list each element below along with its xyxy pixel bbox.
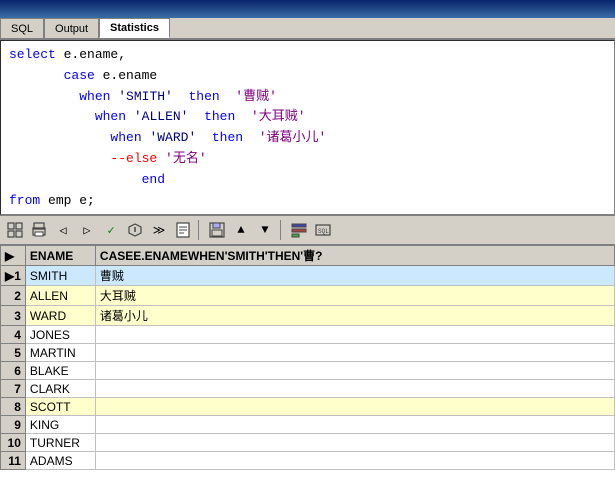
code-line-1: select e.ename,	[9, 45, 606, 66]
results-table: ▶ ENAME CASEE.ENAMEWHEN'SMITH'THEN'曹? ▶1…	[0, 245, 615, 470]
col-header-rownum: ▶	[1, 246, 26, 266]
table-row: 6BLAKE	[1, 362, 615, 380]
cell-ename: BLAKE	[25, 362, 95, 380]
table-row: 9KING	[1, 416, 615, 434]
row-number: 8	[1, 398, 26, 416]
code-line-9: from emp e;	[9, 191, 606, 212]
row-number: 11	[1, 452, 26, 470]
code-line-6: --else '无名'	[9, 149, 606, 170]
tab-sql[interactable]: SQL	[0, 18, 44, 38]
print-button[interactable]	[28, 219, 50, 241]
cell-case	[95, 416, 614, 434]
cell-case	[95, 398, 614, 416]
row-number: 2	[1, 286, 26, 306]
cell-ename: MARTIN	[25, 344, 95, 362]
row-number: 4	[1, 326, 26, 344]
back-button[interactable]: ◁	[52, 219, 74, 241]
code-line-2: case e.ename	[9, 66, 606, 87]
down-button[interactable]: ▼	[254, 219, 276, 241]
grid-button[interactable]	[4, 219, 26, 241]
separator-2	[280, 220, 284, 240]
tab-output[interactable]: Output	[44, 18, 99, 38]
svg-text:SQL: SQL	[318, 228, 329, 235]
cell-case: 大耳贼	[95, 286, 614, 306]
cell-ename: SMITH	[25, 266, 95, 286]
cell-ename: JONES	[25, 326, 95, 344]
cell-case: 曹贼	[95, 266, 614, 286]
cell-case	[95, 434, 614, 452]
config-button[interactable]	[288, 219, 310, 241]
table-row: 3WARD诸葛小儿	[1, 306, 615, 326]
table-row: 8SCOTT	[1, 398, 615, 416]
export-button[interactable]	[172, 219, 194, 241]
cell-case	[95, 362, 614, 380]
row-number: 5	[1, 344, 26, 362]
row-number: 7	[1, 380, 26, 398]
stop-button[interactable]	[124, 219, 146, 241]
code-editor[interactable]: select e.ename, case e.ename when 'SMITH…	[0, 40, 615, 215]
row-number: ▶1	[1, 266, 26, 286]
col-header-case: CASEE.ENAMEWHEN'SMITH'THEN'曹?	[95, 246, 614, 266]
title-bar	[0, 0, 615, 18]
table-row: ▶1SMITH曹贼	[1, 266, 615, 286]
table-row: 7CLARK	[1, 380, 615, 398]
row-number: 10	[1, 434, 26, 452]
separator-1	[198, 220, 202, 240]
row-number: 9	[1, 416, 26, 434]
table-row: 5MARTIN	[1, 344, 615, 362]
fast-button[interactable]: ≫	[148, 219, 170, 241]
tab-statistics[interactable]: Statistics	[99, 18, 170, 38]
cell-case	[95, 380, 614, 398]
cell-ename: KING	[25, 416, 95, 434]
cell-case: 诸葛小儿	[95, 306, 614, 326]
table-row: 10TURNER	[1, 434, 615, 452]
cell-ename: WARD	[25, 306, 95, 326]
col-header-ename: ENAME	[25, 246, 95, 266]
code-line-3: when 'SMITH' then '曹贼'	[9, 87, 606, 108]
data-grid: ▶ ENAME CASEE.ENAMEWHEN'SMITH'THEN'曹? ▶1…	[0, 245, 615, 500]
cell-ename: TURNER	[25, 434, 95, 452]
cell-case	[95, 344, 614, 362]
cell-ename: CLARK	[25, 380, 95, 398]
cell-case	[95, 326, 614, 344]
code-line-5: when 'WARD' then '诸葛小儿'	[9, 128, 606, 149]
row-number: 3	[1, 306, 26, 326]
cell-ename: ADAMS	[25, 452, 95, 470]
table-header-row: ▶ ENAME CASEE.ENAMEWHEN'SMITH'THEN'曹?	[1, 246, 615, 266]
toolbar: ◁ ▷ ✓ ≫ ▲ ▼ SQL	[0, 215, 615, 245]
cell-ename: ALLEN	[25, 286, 95, 306]
table-row: 11ADAMS	[1, 452, 615, 470]
code-line-7: end	[9, 170, 606, 191]
sql-button[interactable]: SQL	[312, 219, 334, 241]
code-line-4: when 'ALLEN' then '大耳贼'	[9, 107, 606, 128]
cell-ename: SCOTT	[25, 398, 95, 416]
cell-case	[95, 452, 614, 470]
row-number: 6	[1, 362, 26, 380]
tab-bar: SQL Output Statistics	[0, 18, 615, 40]
up-button[interactable]: ▲	[230, 219, 252, 241]
save-button[interactable]	[206, 219, 228, 241]
table-row: 2ALLEN大耳贼	[1, 286, 615, 306]
forward-button[interactable]: ▷	[76, 219, 98, 241]
check-button[interactable]: ✓	[100, 219, 122, 241]
table-row: 4JONES	[1, 326, 615, 344]
